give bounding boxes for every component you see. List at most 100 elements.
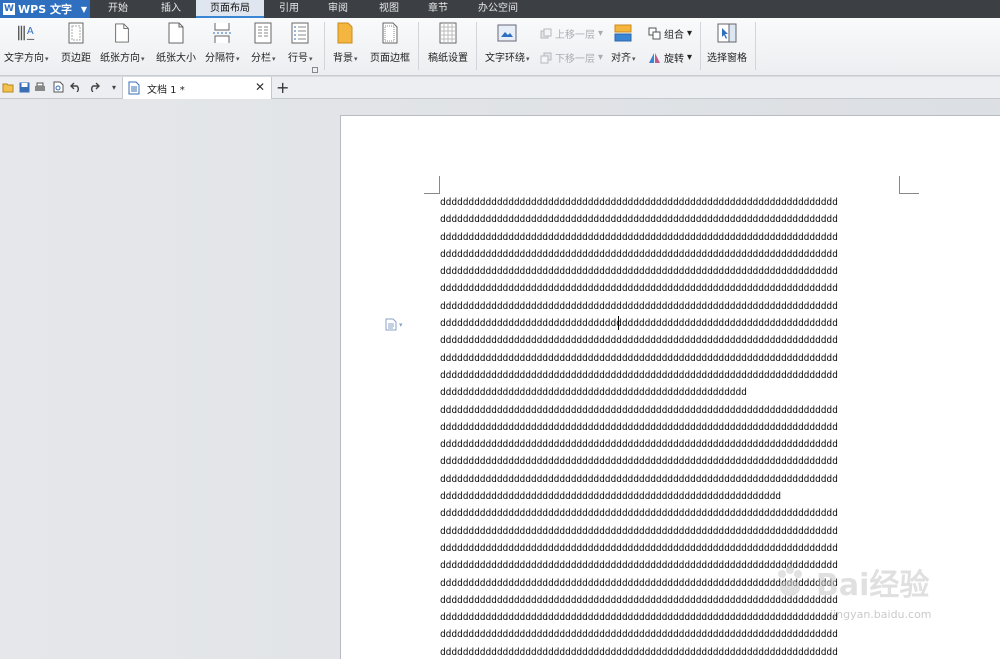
send-backward-button[interactable]: 下移一层 ▾ [540, 50, 603, 65]
document-tab-title: 文档 1 * [147, 84, 185, 96]
ribbon-separator [476, 22, 477, 70]
document-line: dddddddddddddddddddddddddddddddddddddddd… [440, 231, 838, 243]
line-numbers-button[interactable]: 行号▾ [288, 22, 313, 64]
page-border-button[interactable]: 页面边框 [370, 22, 410, 64]
document-line: dddddddddddddddddddddddddddddddddddddddd… [440, 421, 838, 433]
text-wrap-button[interactable]: 文字环绕▾ [485, 22, 530, 64]
group-button[interactable]: 组合 ▾ [648, 26, 692, 41]
breaks-label: 分隔符 [205, 53, 235, 64]
document-line: dddddddddddddddddddddddddddddddddddddddd… [440, 214, 838, 226]
margin-corner-marker [424, 176, 440, 194]
dropdown-icon: ▾ [632, 55, 636, 63]
document-tab[interactable]: 文档 1 * ✕ [122, 77, 272, 99]
columns-icon [253, 22, 273, 44]
margins-icon [66, 22, 86, 44]
paper-size-icon [166, 22, 186, 44]
document-icon [128, 81, 140, 95]
close-tab-icon[interactable]: ✕ [255, 80, 265, 94]
app-menu-button[interactable]: W WPS 文字 ▼ [0, 0, 90, 18]
dropdown-icon: ▾ [45, 55, 49, 63]
tab-office-space[interactable]: 办公空间 [460, 0, 536, 18]
page-border-icon [380, 22, 400, 44]
background-button[interactable]: 背景▾ [333, 22, 358, 64]
rotate-label: 旋转 [664, 54, 684, 65]
send-backward-label: 下移一层 [555, 54, 595, 65]
save-icon[interactable] [18, 81, 30, 93]
paper-setup-button[interactable]: 稿纸设置 [428, 22, 468, 64]
text-direction-button[interactable]: A 文字方向▾ [4, 22, 49, 64]
tab-home[interactable]: 开始 [90, 0, 146, 18]
orientation-button[interactable]: 纸张方向▾ [100, 22, 145, 64]
dropdown-icon: ▾ [236, 55, 240, 63]
dropdown-icon: ▾ [272, 55, 276, 63]
document-line: dddddddddddddddddddddddddddddddddddddddd… [440, 248, 838, 260]
dropdown-icon: ▾ [309, 55, 313, 63]
text-wrap-icon [497, 22, 517, 44]
document-line: dddddddddddddddddddddddddddddddddddddddd… [440, 473, 838, 485]
paper-size-label: 纸张大小 [156, 53, 196, 64]
group-label: 组合 [664, 30, 684, 41]
margins-button[interactable]: 页边距 [61, 22, 91, 64]
document-line: dddddddddddddddddddddddddddddddddddddddd… [440, 369, 838, 381]
paper-size-button[interactable]: 纸张大小 [156, 22, 196, 64]
watermark-subtext: jingyan.baidu.com [830, 608, 932, 621]
menu-tabs: 开始 插入 页面布局 引用 审阅 视图 章节 办公空间 [90, 0, 536, 18]
tab-insert[interactable]: 插入 [146, 0, 196, 18]
orientation-label: 纸张方向 [100, 53, 140, 64]
rotate-button[interactable]: 旋转 ▾ [648, 50, 692, 65]
document-line: dddddddddddddddddddddddddddddddddddddddd… [440, 318, 838, 330]
line-numbers-label: 行号 [288, 53, 308, 64]
new-tab-icon[interactable]: + [276, 78, 289, 97]
columns-button[interactable]: 分栏▾ [251, 22, 276, 64]
open-icon[interactable] [2, 81, 14, 93]
align-label: 对齐 [611, 53, 631, 64]
text-cursor [618, 316, 619, 330]
ribbon: A 文字方向▾ 页边距 纸张方向▾ 纸张大小 分隔符▾ 分栏▾ 行号▾ 背景▾ … [0, 18, 1000, 76]
align-button[interactable]: 对齐▾ [611, 22, 636, 64]
dropdown-icon: ▾ [598, 52, 604, 63]
tab-references[interactable]: 引用 [264, 0, 314, 18]
breaks-icon [212, 22, 232, 44]
paragraph-options-button[interactable]: ▾ [385, 318, 403, 331]
background-icon [335, 22, 355, 44]
redo-icon[interactable] [88, 81, 100, 93]
document-line: dddddddddddddddddddddddddddddddddddddddd… [440, 525, 838, 537]
background-label: 背景 [333, 53, 353, 64]
menu-bar: W WPS 文字 ▼ 开始 插入 页面布局 引用 审阅 视图 章节 办公空间 [0, 0, 1000, 18]
bring-forward-icon [540, 28, 552, 38]
app-name: WPS 文字 [18, 3, 72, 16]
margin-corner-marker [899, 176, 919, 194]
tab-view[interactable]: 视图 [362, 0, 416, 18]
document-line: dddddddddddddddddddddddddddddddddddddddd… [440, 456, 838, 468]
paper-setup-icon [438, 22, 458, 44]
paragraph-doc-icon [385, 318, 397, 331]
ribbon-separator [755, 22, 756, 70]
customize-toolbar-icon[interactable]: ▾ [108, 81, 120, 93]
selection-pane-button[interactable]: 选择窗格 [707, 22, 747, 64]
send-backward-icon [540, 52, 552, 63]
align-icon [613, 22, 633, 44]
svg-text:A: A [27, 26, 34, 37]
tab-section[interactable]: 章节 [416, 0, 460, 18]
bring-forward-button[interactable]: 上移一层 ▾ [540, 26, 603, 41]
tab-page-layout[interactable]: 页面布局 [196, 0, 264, 18]
margins-label: 页边距 [61, 53, 91, 64]
print-icon[interactable] [34, 81, 46, 93]
tab-review[interactable]: 审阅 [314, 0, 362, 18]
document-line: dddddddddddddddddddddddddddddddddddddddd… [440, 352, 838, 364]
watermark-text: Bai经验 [816, 568, 930, 603]
group-icon [648, 27, 661, 40]
page-setup-launcher-icon[interactable] [312, 67, 318, 73]
columns-label: 分栏 [251, 53, 271, 64]
print-preview-icon[interactable] [52, 81, 64, 93]
ribbon-separator [324, 22, 325, 70]
breaks-button[interactable]: 分隔符▾ [205, 22, 240, 64]
selection-pane-label: 选择窗格 [707, 53, 747, 64]
orientation-icon [112, 22, 132, 44]
dropdown-icon: ▾ [687, 28, 693, 39]
document-line: dddddddddddddddddddddddddddddddddddddddd… [440, 439, 838, 451]
undo-icon[interactable] [70, 81, 82, 93]
page-border-label: 页面边框 [370, 53, 410, 64]
document-line: dddddddddddddddddddddddddddddddddddddddd… [440, 542, 838, 554]
dropdown-icon: ▾ [141, 55, 145, 63]
